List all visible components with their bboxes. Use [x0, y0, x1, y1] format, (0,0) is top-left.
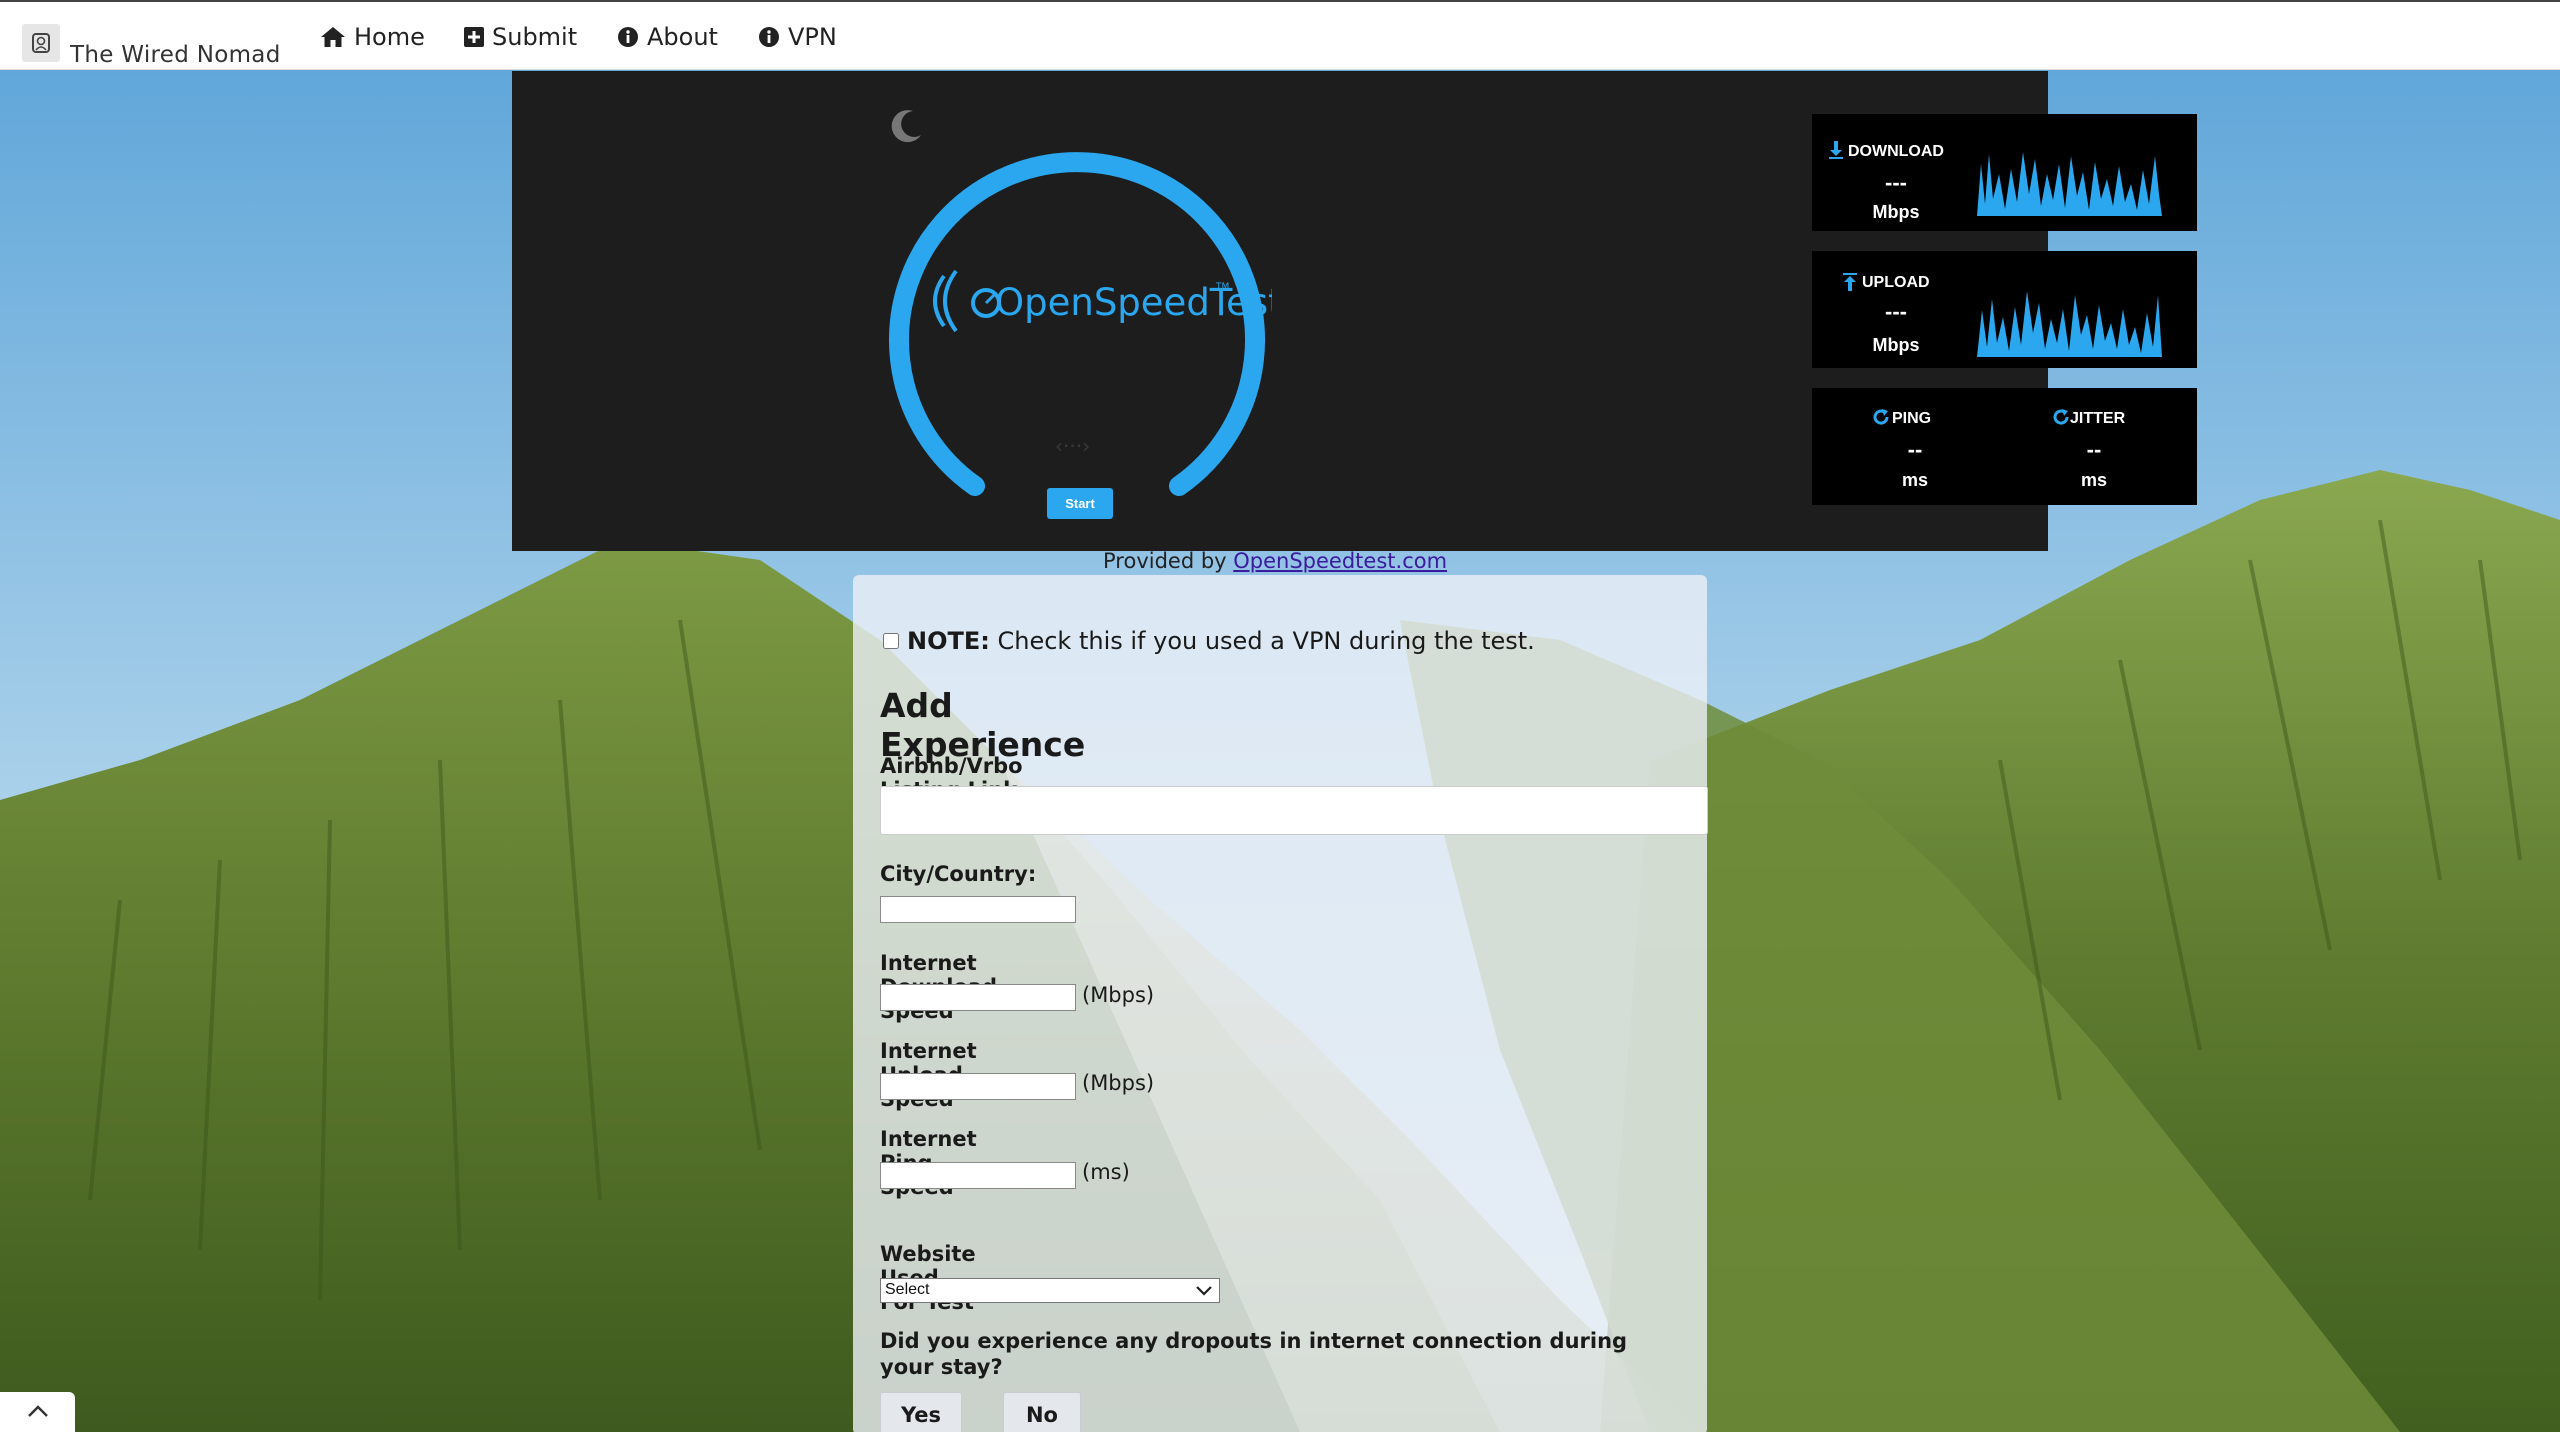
nav-home-label: Home [354, 23, 425, 51]
upload-speed-unit: (Mbps) [1082, 1071, 1155, 1095]
svg-text:‹···›: ‹···› [1055, 434, 1090, 458]
nav-submit[interactable]: Submit [464, 20, 577, 54]
jitter-unit: ms [2080, 470, 2107, 490]
speed-gauge: OpenSpeedTest TM ‹···› [889, 152, 1272, 496]
upload-speed-input[interactable] [880, 1073, 1076, 1100]
ping-jitter-box: PING -- ms JITTER -- ms [1812, 388, 2197, 505]
dropouts-no-button[interactable]: No [1003, 1392, 1081, 1432]
upload-icon [1843, 273, 1857, 295]
download-box: DOWNLOAD --- Mbps [1812, 114, 2197, 231]
listing-link-input[interactable] [880, 786, 1708, 835]
download-sparkline [1977, 152, 2162, 216]
provided-by-text: Provided by OpenSpeedtest.com [1103, 549, 1447, 573]
website-select-value: Select [885, 1281, 930, 1298]
form-heading: Add Experience [880, 686, 1086, 764]
start-button[interactable]: Start [1047, 488, 1113, 519]
vpn-note: NOTE: Check this if you used a VPN durin… [907, 627, 1535, 655]
jitter-label: JITTER [2070, 410, 2126, 427]
info-circle-icon [617, 26, 639, 48]
download-icon [1829, 141, 1843, 163]
logo-tm: TM [1215, 282, 1229, 292]
plus-square-icon [464, 27, 484, 47]
chevron-up-icon [27, 1403, 49, 1422]
upload-box: UPLOAD --- Mbps [1812, 251, 2197, 368]
speedtest-panel: OpenSpeedTest TM ‹···› DOWNLOAD --- Mbps… [512, 71, 2197, 551]
vpn-checkbox[interactable] [883, 633, 899, 649]
ping-value: -- [1907, 437, 1923, 462]
download-label: DOWNLOAD [1848, 143, 1944, 160]
vpn-note-text: Check this if you used a VPN during the … [989, 627, 1535, 655]
home-icon [320, 26, 346, 48]
dropouts-question: Did you experience any dropouts in inter… [880, 1329, 1628, 1379]
nav-vpn-label: VPN [788, 23, 837, 51]
info-circle-icon [758, 26, 780, 48]
download-speed-input[interactable] [880, 984, 1076, 1011]
brand-name[interactable]: The Wired Nomad [70, 42, 281, 68]
nav-submit-label: Submit [492, 23, 578, 51]
upload-sparkline [1977, 291, 2162, 357]
ping-speed-unit: (ms) [1082, 1160, 1130, 1184]
nav-about-label: About [647, 23, 718, 51]
upload-value: --- [1885, 299, 1907, 324]
vpn-note-bold: NOTE: [907, 627, 990, 655]
refresh-icon [2052, 408, 2070, 430]
openspeedtest-link[interactable]: OpenSpeedtest.com [1233, 549, 1447, 573]
download-unit: Mbps [1872, 202, 1920, 222]
download-speed-unit: (Mbps) [1082, 983, 1155, 1007]
nav-home[interactable]: Home [320, 20, 425, 54]
city-country-input[interactable] [880, 896, 1076, 923]
upload-unit: Mbps [1872, 335, 1920, 355]
top-navbar: The Wired Nomad Home Submit About VPN [0, 0, 2560, 70]
nav-about[interactable]: About [617, 20, 718, 54]
scroll-top-button[interactable] [0, 1392, 75, 1432]
website-select[interactable]: Select [880, 1278, 1220, 1303]
jitter-value: -- [2086, 437, 2102, 462]
provided-by-label: Provided by [1103, 549, 1234, 573]
ping-label: PING [1892, 410, 1932, 427]
dropouts-yes-button[interactable]: Yes [880, 1392, 962, 1432]
chevron-down-icon [1195, 1283, 1213, 1302]
upload-label: UPLOAD [1862, 274, 1930, 291]
ping-unit: ms [1901, 470, 1928, 490]
openspeedtest-logo: OpenSpeedTest TM [933, 269, 1272, 333]
city-label: City/Country: [880, 862, 1037, 886]
refresh-icon [1872, 408, 1890, 430]
nav-vpn[interactable]: VPN [758, 20, 837, 54]
download-value: --- [1885, 170, 1907, 195]
ping-speed-input[interactable] [880, 1162, 1076, 1189]
logo-text: OpenSpeedTest [995, 281, 1272, 324]
brand-logo-icon[interactable] [22, 24, 60, 62]
